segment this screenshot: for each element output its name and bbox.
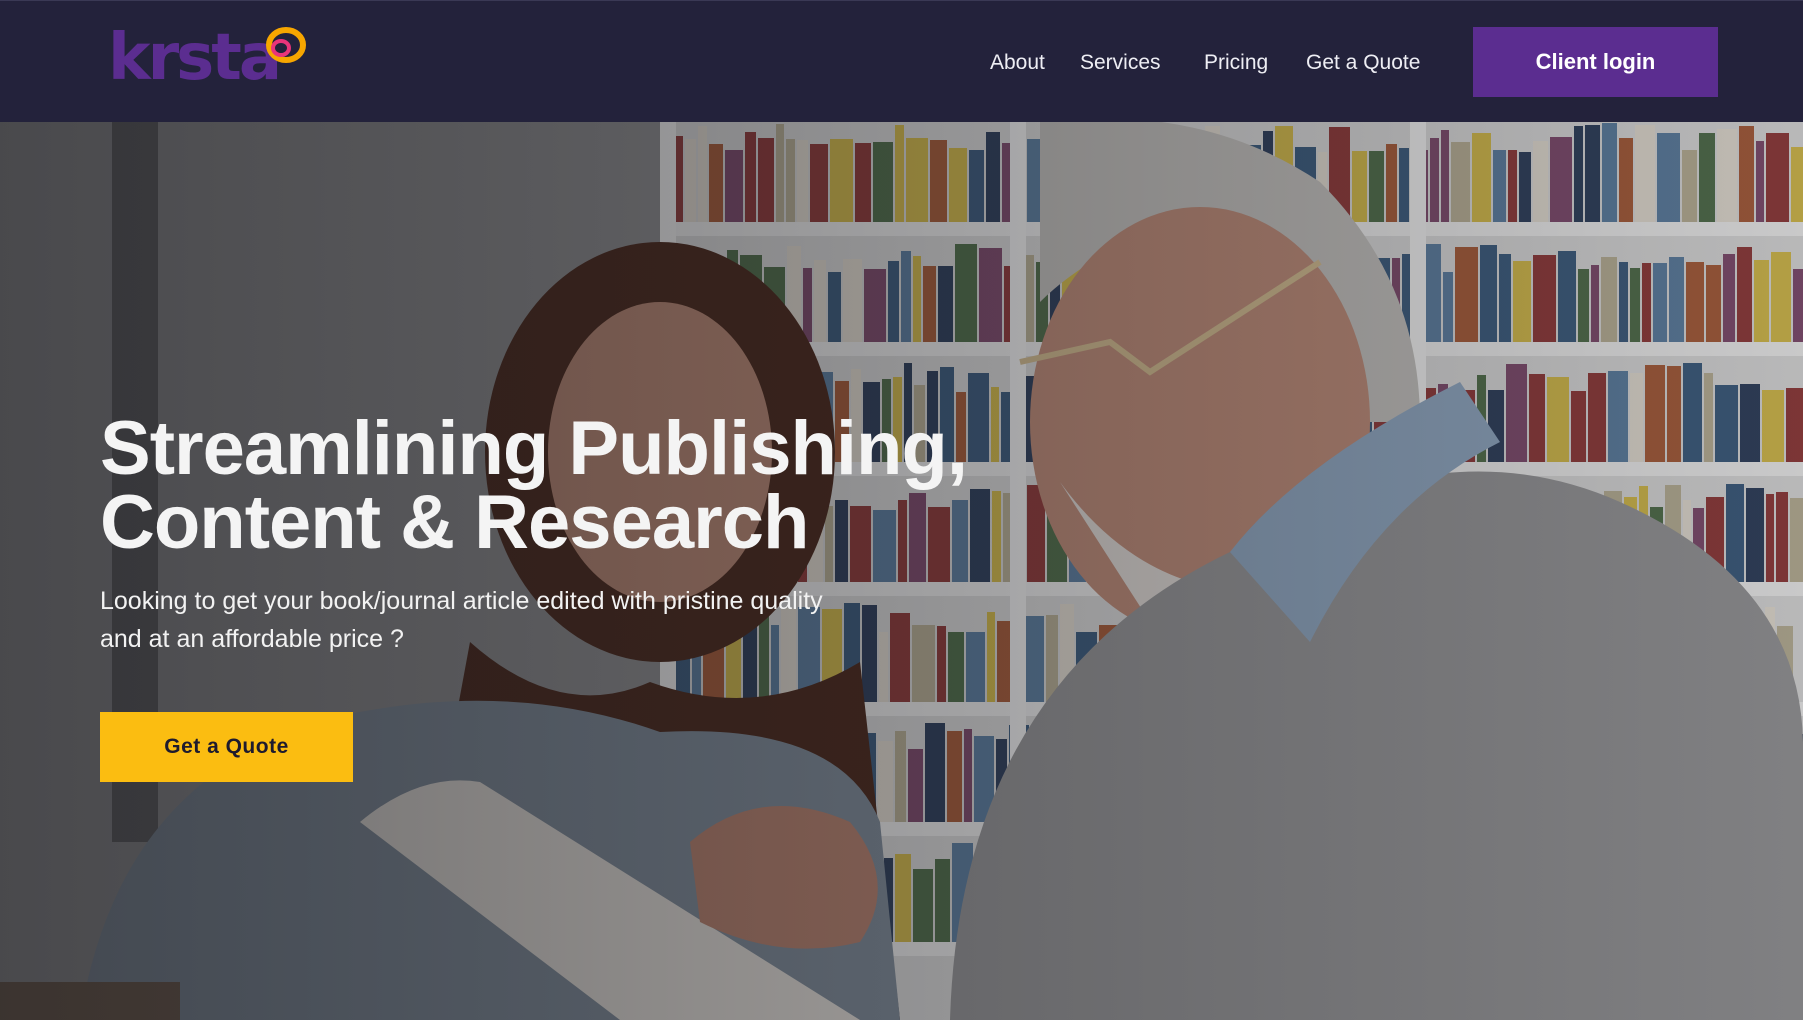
nav-services[interactable]: Services (1080, 46, 1161, 80)
site-header: krsta About Services Pricing Get a Quote… (0, 0, 1803, 122)
hero-section: Streamlining Publishing, Content & Resea… (0, 122, 1803, 1020)
hero-title: Streamlining Publishing, Content & Resea… (100, 406, 1080, 565)
hero-overlay (0, 122, 1803, 1020)
nav-pricing[interactable]: Pricing (1204, 46, 1268, 80)
get-a-quote-button[interactable]: Get a Quote (100, 712, 353, 782)
hero-subtitle: Looking to get your book/journal article… (100, 587, 823, 653)
client-login-button[interactable]: Client login (1473, 27, 1718, 97)
hero-title-line-2: Content & Research (100, 480, 809, 565)
nav-get-a-quote[interactable]: Get a Quote (1306, 46, 1420, 80)
nav-about[interactable]: About (990, 46, 1045, 80)
hero-title-line-1: Streamlining Publishing, (100, 406, 968, 491)
